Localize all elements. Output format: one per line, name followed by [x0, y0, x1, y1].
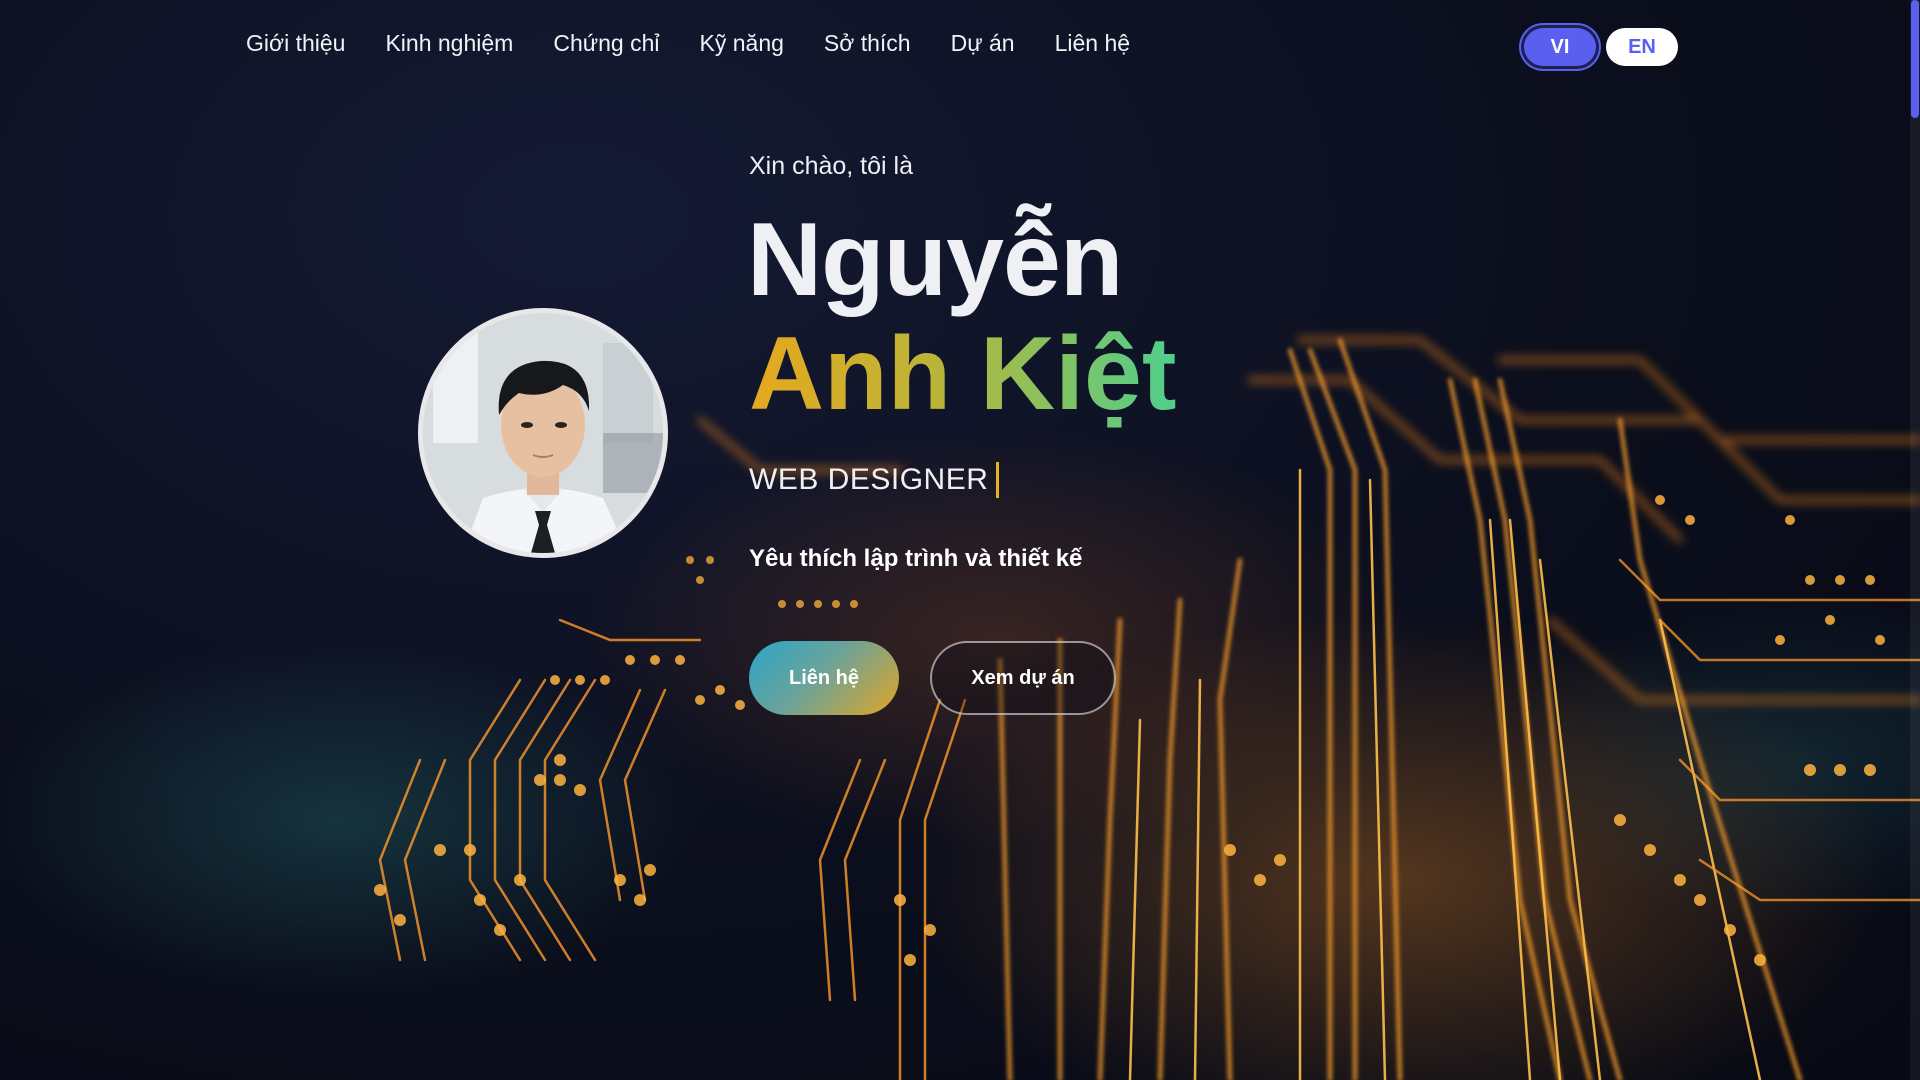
page: Giới thiệu Kinh nghiệm Chứng chỉ Kỹ năng…	[0, 0, 1920, 1080]
nav-item-chung-chi[interactable]: Chứng chỉ	[553, 30, 659, 57]
contact-button[interactable]: Liên hệ	[749, 641, 899, 715]
page-scrollbar[interactable]	[1910, 0, 1920, 1080]
view-projects-button[interactable]: Xem dự án	[930, 641, 1116, 715]
language-vi-button[interactable]: VI	[1524, 28, 1596, 66]
scrollbar-thumb[interactable]	[1911, 0, 1919, 118]
hero-name-first: Nguyễn	[747, 202, 1123, 318]
hero-name-last: Anh Kiệt	[749, 316, 1177, 432]
hero-greeting: Xin chào, tôi là	[749, 152, 913, 180]
nav-item-gioi-thieu[interactable]: Giới thiệu	[246, 30, 345, 57]
hero-role: WEB DESIGNER	[749, 462, 1000, 498]
nav-item-lien-he[interactable]: Liên hệ	[1055, 30, 1130, 57]
language-en-button[interactable]: EN	[1606, 28, 1678, 66]
language-switcher: VI EN	[1524, 28, 1678, 66]
main-nav: Giới thiệu Kinh nghiệm Chứng chỉ Kỹ năng…	[246, 30, 1130, 57]
typing-caret	[996, 462, 1000, 498]
hero-tagline: Yêu thích lập trình và thiết kế	[749, 545, 1083, 572]
profile-photo-icon	[423, 313, 663, 553]
nav-item-so-thich[interactable]: Sở thích	[824, 30, 911, 57]
nav-item-ky-nang[interactable]: Kỹ năng	[700, 30, 784, 57]
hero-role-text: WEB DESIGNER	[749, 463, 989, 496]
avatar	[418, 308, 668, 558]
nav-item-kinh-nghiem[interactable]: Kinh nghiệm	[385, 30, 513, 57]
circuit-background	[374, 337, 1920, 1080]
nav-item-du-an[interactable]: Dự án	[951, 30, 1015, 57]
